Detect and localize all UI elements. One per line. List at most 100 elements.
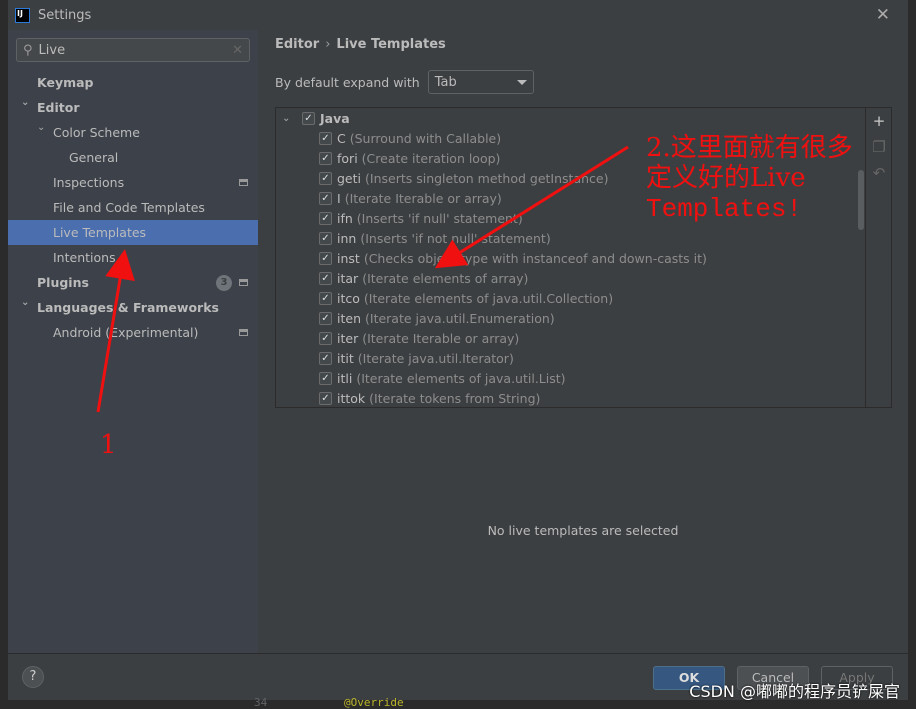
template-checkbox[interactable]: ✓	[319, 331, 332, 345]
expand-key-select[interactable]: Tab	[427, 70, 534, 94]
project-level-icon	[239, 329, 248, 336]
template-abbreviation: inn	[337, 230, 357, 246]
chevron-down-icon[interactable]: ⌄	[21, 97, 29, 108]
breadcrumb-current: Live Templates	[336, 37, 446, 52]
template-abbreviation: geti	[337, 170, 361, 186]
sidebar-item-general[interactable]: General	[8, 145, 258, 170]
sidebar-item-label: Live Templates	[53, 225, 147, 240]
template-description: (Create iteration loop)	[361, 150, 501, 166]
template-row[interactable]: ✓ iten (Iterate java.util.Enumeration)	[276, 308, 865, 328]
sidebar-item-label: Color Scheme	[53, 125, 140, 140]
sidebar-item-languages-frameworks[interactable]: ⌄ Languages & Frameworks	[8, 295, 258, 320]
template-group-row[interactable]: ⌄ ✓ Java	[276, 108, 865, 128]
template-row[interactable]: ✓ itco (Iterate elements of java.util.Coll…	[276, 288, 865, 308]
settings-tree: Keymap ⌄ Editor ⌄ Color Scheme General Inspect…	[8, 70, 258, 345]
template-abbreviation: iter	[337, 330, 359, 346]
sidebar-item-label: General	[69, 150, 119, 165]
template-description: (Inserts singleton method getInstance)	[365, 170, 609, 186]
template-row[interactable]: ✓ itar (Iterate elements of array)	[276, 268, 865, 288]
search-input[interactable]	[38, 42, 209, 58]
dropdown-arrow-icon	[516, 80, 527, 85]
template-row[interactable]: ✓ ifn (Inserts 'if null' statement)	[276, 208, 865, 228]
template-checkbox[interactable]: ✓	[319, 391, 332, 405]
template-checkbox[interactable]: ✓	[319, 191, 332, 205]
template-checkbox[interactable]: ✓	[319, 351, 332, 365]
chevron-right-icon: ›	[325, 37, 331, 52]
group-name: Java	[320, 110, 350, 126]
template-checkbox[interactable]: ✓	[319, 231, 332, 245]
sidebar-item-plugins[interactable]: Plugins 3	[8, 270, 258, 295]
template-abbreviation: I	[337, 190, 341, 206]
template-checkbox[interactable]: ✓	[319, 271, 332, 285]
template-row[interactable]: ✓ iter (Iterate Iterable or array)	[276, 328, 865, 348]
sidebar-item-file-and-code-templates[interactable]: File and Code Templates	[8, 195, 258, 220]
chevron-down-icon[interactable]: ⌄	[21, 297, 29, 308]
template-checkbox[interactable]: ✓	[319, 251, 332, 265]
chevron-down-icon[interactable]: ⌄	[282, 113, 302, 124]
template-checkbox[interactable]: ✓	[319, 311, 332, 325]
sidebar-item-inspections[interactable]: Inspections	[8, 170, 258, 195]
sidebar-item-keymap[interactable]: Keymap	[8, 70, 258, 95]
template-abbreviation: itar	[337, 270, 359, 286]
intellij-logo: IJ	[15, 7, 30, 23]
add-icon[interactable]: +	[866, 108, 892, 134]
template-abbreviation: itit	[337, 350, 354, 366]
template-description: (Iterate Iterable or array)	[362, 330, 520, 346]
sidebar-item-live-templates[interactable]: Live Templates	[8, 220, 258, 245]
template-abbreviation: C	[337, 130, 346, 146]
group-checkbox[interactable]: ✓	[302, 111, 315, 125]
template-row[interactable]: ✓ C (Surround with Callable)	[276, 128, 865, 148]
revert-icon[interactable]: ↶	[866, 160, 892, 186]
sidebar-item-color-scheme[interactable]: ⌄ Color Scheme	[8, 120, 258, 145]
template-row[interactable]: ✓ ittok (Iterate tokens from String)	[276, 388, 865, 407]
watermark: CSDN @嘟嘟的程序员铲屎官	[689, 682, 900, 701]
template-checkbox[interactable]: ✓	[319, 131, 332, 145]
project-level-icon	[239, 279, 248, 286]
breadcrumb-parent[interactable]: Editor	[275, 37, 319, 52]
search-field[interactable]: ⚲ ✕	[16, 38, 250, 62]
template-row[interactable]: ✓ inst (Checks object type with instanceof…	[276, 248, 865, 268]
template-row[interactable]: ✓ geti (Inserts singleton method getInstan…	[276, 168, 865, 188]
expand-key-value: Tab	[434, 74, 457, 90]
settings-sidebar: ⚲ ✕ Keymap ⌄ Editor ⌄ Color Scheme General Ins…	[8, 30, 258, 653]
updates-badge: 3	[216, 274, 232, 291]
sidebar-item-android-experimental[interactable]: Android (Experimental)	[8, 320, 258, 345]
list-toolbar: + ❐ ↶	[866, 107, 892, 408]
template-abbreviation: itli	[337, 370, 353, 386]
sidebar-item-label: Editor	[37, 100, 80, 115]
template-row[interactable]: ✓ fori (Create iteration loop)	[276, 148, 865, 168]
template-description: (Inserts 'if null' statement)	[356, 210, 523, 226]
sidebar-item-label: Intentions	[53, 250, 116, 265]
expand-setting: By default expand with Tab	[275, 70, 534, 94]
template-checkbox[interactable]: ✓	[319, 371, 332, 385]
help-button[interactable]: ?	[22, 666, 44, 688]
template-checkbox[interactable]: ✓	[319, 211, 332, 225]
sidebar-item-label: Keymap	[37, 75, 94, 90]
template-row[interactable]: ✓ inn (Inserts 'if not null' statement)	[276, 228, 865, 248]
search-icon: ⚲	[23, 42, 33, 58]
template-description: (Iterate tokens from String)	[369, 390, 541, 406]
window-title: Settings	[38, 7, 92, 23]
sidebar-item-editor[interactable]: ⌄ Editor	[8, 95, 258, 120]
clear-icon[interactable]: ✕	[232, 43, 243, 58]
title-bar: IJ Settings ✕	[8, 0, 908, 30]
template-checkbox[interactable]: ✓	[319, 291, 332, 305]
template-abbreviation: fori	[337, 150, 358, 166]
copy-icon[interactable]: ❐	[866, 134, 892, 160]
template-checkbox[interactable]: ✓	[319, 171, 332, 185]
chevron-down-icon[interactable]: ⌄	[37, 122, 45, 133]
template-row[interactable]: ✓ I (Iterate Iterable or array)	[276, 188, 865, 208]
template-row[interactable]: ✓ itli (Iterate elements of java.util.List…	[276, 368, 865, 388]
template-description: (Iterate elements of array)	[362, 270, 529, 286]
template-description: (Iterate java.util.Enumeration)	[365, 310, 555, 326]
template-description: (Checks object type with instanceof and …	[363, 250, 707, 266]
template-checkbox[interactable]: ✓	[319, 151, 332, 165]
template-abbreviation: ifn	[337, 210, 353, 226]
close-icon[interactable]: ✕	[876, 5, 890, 25]
expand-label: By default expand with	[275, 74, 420, 90]
template-row[interactable]: ✓ itit (Iterate java.util.Iterator)	[276, 348, 865, 368]
template-description: (Inserts 'if not null' statement)	[360, 230, 551, 246]
breadcrumb: Editor › Live Templates	[275, 37, 446, 52]
sidebar-item-intentions[interactable]: Intentions	[8, 245, 258, 270]
template-abbreviation: itco	[337, 290, 360, 306]
